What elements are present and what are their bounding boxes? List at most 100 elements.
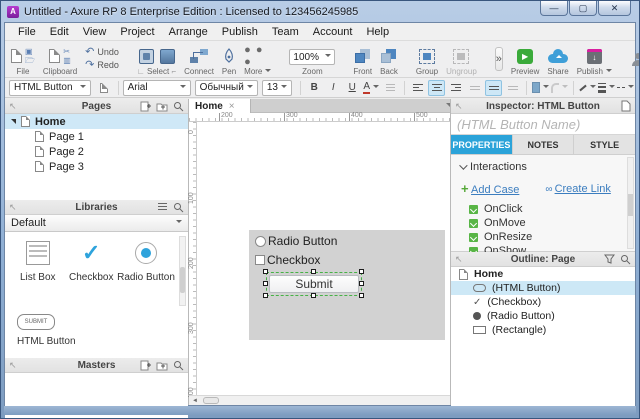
add-page-icon[interactable] <box>140 360 151 371</box>
font-size-dropdown[interactable]: 13 <box>261 79 292 96</box>
menu-account[interactable]: Account <box>306 24 360 40</box>
library-item-listbox[interactable]: List Box <box>11 238 65 310</box>
radio-circle-icon[interactable] <box>255 235 266 247</box>
align-center-button[interactable] <box>428 79 446 96</box>
checkbox-square-icon[interactable] <box>255 255 265 265</box>
menu-help[interactable]: Help <box>359 24 396 40</box>
menu-arrange[interactable]: Arrange <box>162 24 215 40</box>
filter-icon[interactable] <box>604 254 615 264</box>
line-color-button[interactable] <box>579 80 596 96</box>
submit-button-widget[interactable]: Submit <box>269 275 359 293</box>
align-left-button[interactable] <box>409 80 426 96</box>
menu-view[interactable]: View <box>76 24 114 40</box>
more-tools[interactable]: ● ● ● More <box>244 42 272 76</box>
canvas-page[interactable]: Radio Button Checkbox Submit <box>197 122 452 395</box>
radio-button-widget[interactable]: Radio Button <box>255 234 337 248</box>
select-intersect-icon[interactable] <box>138 48 154 64</box>
library-item-radio[interactable]: Radio Button <box>117 238 175 310</box>
add-folder-icon[interactable] <box>156 101 168 112</box>
file-tools[interactable]: ▣ 🗁 File <box>11 42 35 76</box>
line-style-button[interactable] <box>617 80 634 96</box>
new-file-icon[interactable] <box>11 49 22 63</box>
menu-team[interactable]: Team <box>265 24 306 40</box>
search-icon[interactable] <box>173 101 184 112</box>
library-set-dropdown[interactable]: Default <box>5 215 188 232</box>
widget-style-dropdown[interactable]: HTML Button <box>9 79 91 96</box>
underline-button[interactable]: U <box>344 80 361 96</box>
page-item[interactable]: Page 1 <box>5 129 188 144</box>
tab-style[interactable]: STYLE <box>574 135 636 154</box>
resize-handle[interactable] <box>359 281 364 286</box>
cut-icon[interactable]: ✂ <box>63 47 71 56</box>
close-tab-icon[interactable]: × <box>229 101 235 112</box>
menu-icon[interactable] <box>157 202 168 211</box>
outline-item-home[interactable]: Home <box>451 267 635 281</box>
close-button[interactable]: ✕ <box>598 1 631 16</box>
line-width-button[interactable] <box>598 80 615 96</box>
outline-item-radio[interactable]: (Radio Button) <box>451 309 635 323</box>
select-contain-icon[interactable] <box>159 48 175 64</box>
create-link-link[interactable]: ∞ Create Link <box>545 183 610 195</box>
page-item-home[interactable]: Home <box>5 114 188 129</box>
collapse-panel-icon[interactable]: ↖ <box>9 101 17 112</box>
bold-button[interactable]: B <box>306 80 323 96</box>
align-middle-button[interactable] <box>485 79 503 96</box>
page-item[interactable]: Page 2 <box>5 144 188 159</box>
scroll-thumb[interactable] <box>203 397 219 404</box>
align-right-button[interactable] <box>447 80 464 96</box>
menu-edit[interactable]: Edit <box>43 24 76 40</box>
copy-icon[interactable]: ▥ <box>63 56 71 65</box>
collapse-panel-icon[interactable]: ↖ <box>9 202 17 213</box>
outline-item-rectangle[interactable]: (Rectangle) <box>451 323 635 337</box>
zoom-control[interactable]: 100% Zoom <box>289 42 336 76</box>
event-onmove[interactable]: OnMove <box>469 216 627 230</box>
resize-handle[interactable] <box>263 281 268 286</box>
fill-color-button[interactable] <box>532 80 550 96</box>
event-onclick[interactable]: OnClick <box>469 202 627 216</box>
format-painter-button[interactable] <box>96 80 113 96</box>
clipboard-tools[interactable]: ✂ ▥ Clipboard <box>43 42 77 76</box>
inspector-scrollbar[interactable] <box>627 157 634 249</box>
menu-publish[interactable]: Publish <box>215 24 265 40</box>
menu-project[interactable]: Project <box>113 24 161 40</box>
italic-button[interactable]: I <box>325 80 342 96</box>
resize-handle[interactable] <box>263 269 268 274</box>
page-item[interactable]: Page 3 <box>5 159 188 174</box>
tab-properties[interactable]: PROPERTIES <box>451 135 513 154</box>
checkbox-widget[interactable]: Checkbox <box>255 253 320 267</box>
preview-button[interactable]: ▶ Preview <box>511 42 539 76</box>
notes-page-icon[interactable] <box>621 100 631 112</box>
publish-button[interactable]: Publish <box>577 42 612 76</box>
collapse-panel-icon[interactable]: ↖ <box>455 101 463 112</box>
expand-toolbar-button[interactable]: » <box>494 47 503 71</box>
resize-handle[interactable] <box>311 293 316 298</box>
font-style-dropdown[interactable]: Обычный <box>194 79 258 96</box>
libraries-scrollbar[interactable] <box>179 236 186 306</box>
outline-item-checkbox[interactable]: ✓ (Checkbox) <box>451 295 635 309</box>
send-back-button[interactable]: Back <box>380 42 398 76</box>
add-page-icon[interactable] <box>140 101 151 112</box>
font-family-dropdown[interactable]: Arial <box>122 79 191 96</box>
select-mode-tools[interactable]: ∟ Select ⌐ <box>137 42 176 76</box>
event-onresize[interactable]: OnResize <box>469 230 627 244</box>
widget-name-input[interactable] <box>451 114 635 135</box>
tree-expander-icon[interactable] <box>11 119 16 124</box>
resize-handle[interactable] <box>359 269 364 274</box>
add-folder-icon[interactable] <box>156 360 168 371</box>
connect-tool[interactable]: Connect <box>184 42 214 76</box>
tab-notes[interactable]: NOTES <box>512 135 575 154</box>
library-item-checkbox[interactable]: ✓ Checkbox <box>65 238 119 310</box>
search-icon[interactable] <box>173 202 184 213</box>
add-case-link[interactable]: + Add Case <box>461 181 519 196</box>
pen-tool[interactable]: Pen <box>222 42 236 76</box>
canvas-horizontal-scrollbar[interactable]: ◄ ► <box>189 395 460 405</box>
search-icon[interactable] <box>173 360 184 371</box>
scroll-left-icon[interactable]: ◄ <box>192 397 198 405</box>
library-item-htmlbutton[interactable]: SUBMIT HTML Button <box>5 310 188 358</box>
resize-handle[interactable] <box>311 269 316 274</box>
menu-file[interactable]: File <box>11 24 43 40</box>
outline-item-htmlbutton[interactable]: (HTML Button) <box>451 281 635 295</box>
redo-button[interactable]: ↷ Redo <box>85 59 119 72</box>
tab-home[interactable]: Home × <box>189 99 251 113</box>
collapse-panel-icon[interactable]: ↖ <box>455 254 463 265</box>
